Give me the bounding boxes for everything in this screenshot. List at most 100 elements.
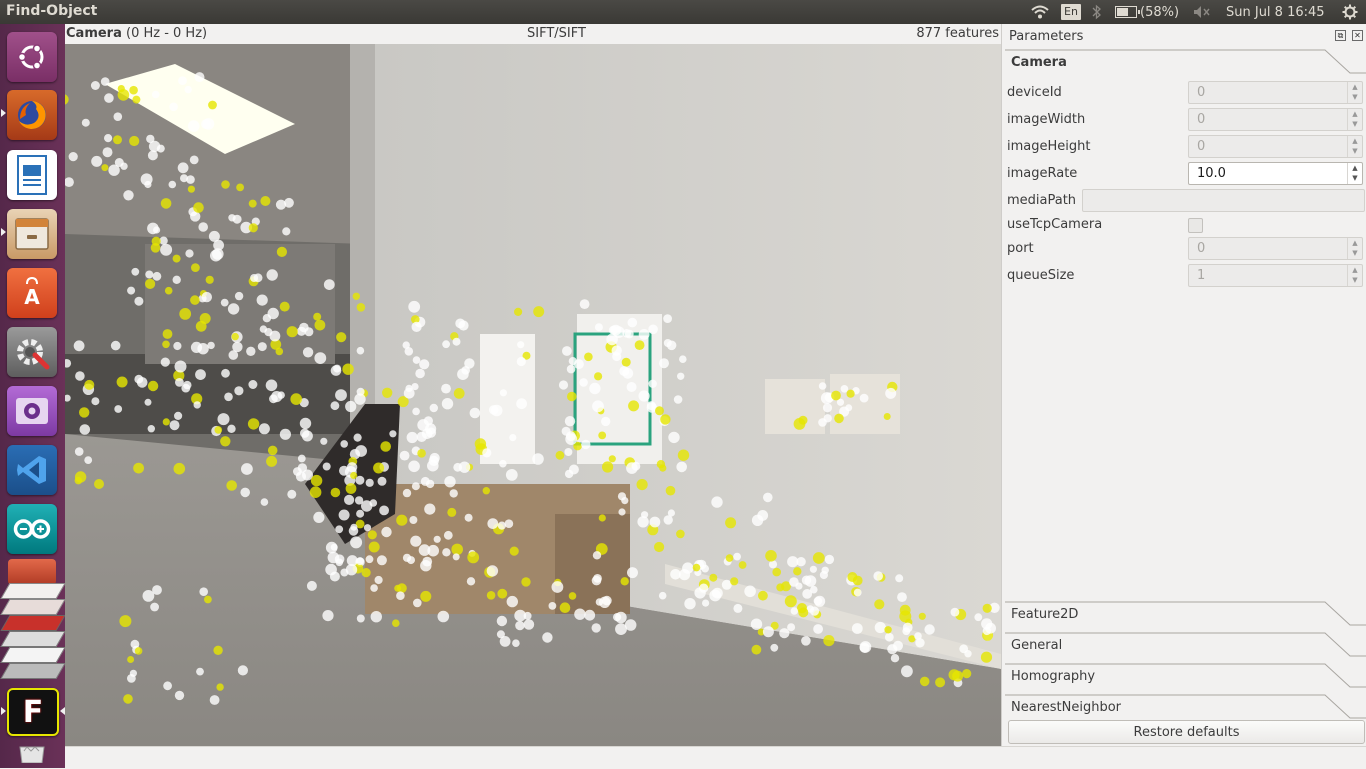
- feature-point: [486, 565, 499, 577]
- webcam-app-icon[interactable]: [7, 386, 57, 436]
- feature-point: [356, 509, 365, 518]
- imageheight-spinbox[interactable]: 0 ▲ ▼: [1188, 135, 1363, 158]
- feature-point: [101, 164, 109, 172]
- firefox-icon[interactable]: [7, 90, 57, 140]
- libreoffice-writer-icon[interactable]: [7, 150, 57, 200]
- feature-point: [345, 400, 357, 413]
- feature-point: [201, 291, 212, 303]
- usetcpcamera-checkbox[interactable]: [1188, 218, 1203, 233]
- volume-muted-icon[interactable]: [1193, 3, 1211, 21]
- section-nearestneighbor-header[interactable]: NearestNeighbor: [1005, 694, 1366, 721]
- feature-point: [451, 543, 464, 556]
- param-label-imagewidth: imageWidth: [1007, 112, 1086, 127]
- feature-point: [356, 303, 366, 312]
- feature-point: [313, 312, 322, 321]
- restore-defaults-button[interactable]: Restore defaults: [1008, 720, 1365, 744]
- deviceid-spinbox[interactable]: 0 ▲ ▼: [1188, 81, 1363, 104]
- feature-point: [377, 476, 387, 486]
- mediapath-field[interactable]: [1082, 189, 1365, 212]
- feature-point: [751, 644, 762, 655]
- feature-point: [725, 554, 734, 562]
- spin-arrows-icon[interactable]: ▲ ▼: [1347, 136, 1362, 157]
- feature-point: [823, 414, 832, 423]
- section-nearestneighbor-label: NearestNeighbor: [1011, 700, 1121, 715]
- ubuntu-dash-icon[interactable]: [7, 32, 57, 82]
- feature-point: [772, 567, 781, 577]
- find-object-icon[interactable]: F: [7, 688, 59, 736]
- feature-point: [178, 76, 187, 85]
- keyboard-layout-indicator[interactable]: En: [1061, 3, 1081, 21]
- feature-point: [574, 608, 586, 620]
- vscode-icon[interactable]: [7, 445, 57, 495]
- feature-point: [417, 449, 426, 458]
- section-general-header[interactable]: General: [1005, 632, 1366, 659]
- battery-indicator[interactable]: (58%): [1115, 3, 1179, 21]
- spin-arrows-icon[interactable]: ▲ ▼: [1347, 265, 1362, 286]
- feature-point: [196, 667, 204, 676]
- section-feature2d-header[interactable]: Feature2D: [1005, 601, 1366, 628]
- feature-point: [619, 366, 630, 377]
- feature-point: [338, 509, 350, 521]
- session-gear-icon[interactable]: [1342, 3, 1358, 21]
- feature-point: [982, 626, 992, 636]
- feature-point: [818, 382, 827, 390]
- feature-point: [505, 469, 518, 481]
- section-homography-header[interactable]: Homography: [1005, 663, 1366, 690]
- trash-icon[interactable]: [16, 741, 48, 764]
- feature-point: [487, 518, 499, 529]
- camera-view[interactable]: [65, 44, 1001, 746]
- feature-point: [363, 524, 372, 532]
- ubuntu-software-icon[interactable]: A: [7, 268, 57, 318]
- feature-point: [638, 329, 650, 340]
- feature-point: [411, 321, 422, 332]
- feature-point: [191, 263, 200, 272]
- stacked-windows-icon[interactable]: [0, 559, 66, 694]
- section-camera-header[interactable]: Camera: [1005, 49, 1366, 76]
- feature-point: [370, 584, 378, 592]
- feature-point: [269, 330, 281, 342]
- spin-arrows-icon[interactable]: ▲ ▼: [1347, 109, 1362, 130]
- feature-point: [213, 645, 223, 655]
- feature-point: [74, 476, 83, 485]
- queuesize-spinbox[interactable]: 1 ▲ ▼: [1188, 264, 1363, 287]
- spin-arrows-icon[interactable]: ▲ ▼: [1347, 82, 1362, 103]
- feature-point: [100, 77, 110, 86]
- feature-point: [589, 382, 601, 395]
- dock-float-button[interactable]: ⧉: [1335, 30, 1346, 41]
- wifi-icon[interactable]: [1030, 3, 1050, 21]
- feature-point: [266, 455, 278, 467]
- dock-close-button[interactable]: ✕: [1352, 30, 1363, 41]
- feature-point: [173, 341, 182, 351]
- feature-point: [584, 352, 593, 362]
- feature-point: [641, 511, 649, 519]
- feature-point: [187, 185, 195, 193]
- arduino-icon[interactable]: [7, 504, 57, 554]
- feature-point: [113, 112, 123, 121]
- feature-point: [824, 554, 835, 565]
- port-spinbox[interactable]: 0 ▲ ▼: [1188, 237, 1363, 260]
- system-settings-icon[interactable]: [7, 327, 57, 377]
- feature-point: [266, 269, 278, 281]
- imagerate-spinbox[interactable]: 10.0 ▲ ▼: [1188, 162, 1363, 185]
- feature-point: [555, 450, 565, 460]
- files-icon[interactable]: [7, 209, 57, 259]
- feature-point: [253, 273, 263, 283]
- bluetooth-icon[interactable]: [1092, 3, 1102, 21]
- feature-point: [523, 619, 535, 630]
- feature-point: [515, 620, 525, 631]
- feature-point: [172, 275, 181, 284]
- feature-point: [220, 436, 231, 447]
- feature-point: [68, 152, 78, 162]
- feature-point: [564, 416, 576, 427]
- feature-point: [851, 623, 863, 634]
- imagewidth-spinbox[interactable]: 0 ▲ ▼: [1188, 108, 1363, 131]
- feature-point: [299, 322, 309, 333]
- clock[interactable]: Sun Jul 8 16:45: [1226, 3, 1325, 21]
- spin-arrows-icon[interactable]: ▲ ▼: [1347, 163, 1362, 184]
- spin-arrows-icon[interactable]: ▲ ▼: [1347, 238, 1362, 259]
- imageheight-value: 0: [1197, 139, 1206, 154]
- feature-point: [164, 286, 173, 295]
- feature-point: [163, 681, 172, 691]
- feature-point: [474, 438, 487, 450]
- feature-point: [559, 602, 571, 613]
